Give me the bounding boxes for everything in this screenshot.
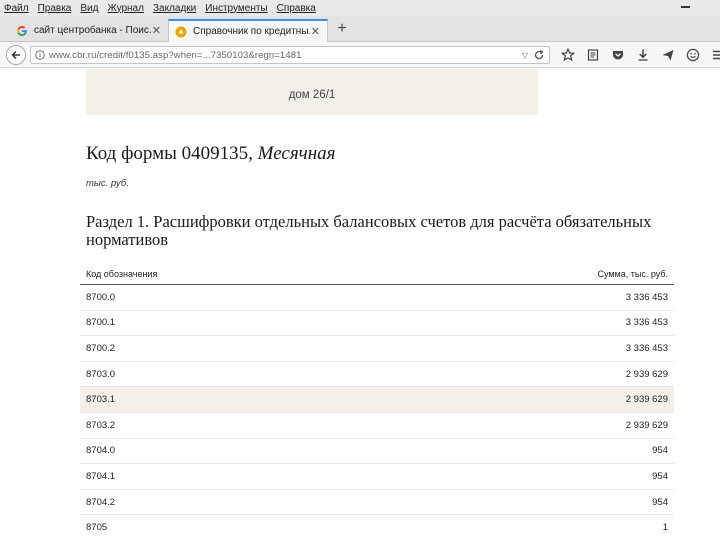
- table-row: 8700.1 3 336 453: [80, 311, 674, 337]
- address-text: дом 26/1: [288, 89, 336, 101]
- row-amount: 1: [662, 522, 668, 534]
- row-amount: 954: [652, 445, 668, 457]
- url-bar[interactable]: www.cbr.ru/credit/f0135.asp?when=...7350…: [30, 46, 550, 64]
- address-box: дом 26/1: [86, 69, 538, 115]
- table-row: 8704.0 954: [80, 439, 674, 465]
- back-arrow-icon: [11, 50, 20, 60]
- tab-active-reference[interactable]: Справочник по кредитны... ✕: [168, 19, 328, 42]
- row-code: 8705: [86, 522, 108, 534]
- table-row: 8704.1 954: [80, 464, 674, 490]
- row-code: 8703.1: [86, 394, 116, 406]
- table-row: 8703.0 2 939 629: [80, 362, 674, 388]
- tab-title: сайт центробанка - Поис...: [34, 25, 151, 36]
- row-code: 8704.1: [86, 470, 116, 482]
- tab-title: Справочник по кредитны...: [193, 26, 310, 37]
- google-icon: [16, 25, 28, 37]
- page-favicon-icon: [175, 26, 187, 38]
- back-button[interactable]: [6, 45, 26, 65]
- column-header-amount: Сумма, тыс. руб.: [597, 268, 668, 279]
- tab-search[interactable]: сайт центробанка - Поис... ✕: [10, 19, 168, 42]
- pocket-icon[interactable]: [609, 46, 627, 64]
- reload-icon[interactable]: [533, 49, 545, 61]
- menu-view[interactable]: Вид: [80, 3, 98, 14]
- row-code: 8704.2: [86, 496, 116, 508]
- row-amount: 954: [652, 496, 668, 508]
- row-code: 8700.1: [86, 317, 116, 329]
- menu-tools[interactable]: Инструменты: [205, 3, 267, 14]
- page-content: дом 26/1 Код формы 0409135, Месячная тыс…: [0, 69, 720, 540]
- tab-close-icon[interactable]: ✕: [151, 24, 162, 37]
- minimize-icon[interactable]: [680, 2, 690, 12]
- row-amount: 3 336 453: [625, 342, 668, 354]
- smiley-icon[interactable]: [684, 46, 702, 64]
- data-table: Код обозначения Сумма, тыс. руб. 8700.0 3…: [80, 263, 674, 540]
- navigation-bar: www.cbr.ru/credit/f0135.asp?when=...7350…: [0, 42, 720, 68]
- url-dropdown-icon[interactable]: ▽: [522, 51, 528, 60]
- menu-file[interactable]: Файл: [4, 3, 29, 14]
- table-row: 8700.0 3 336 453: [80, 285, 674, 311]
- url-text: www.cbr.ru/credit/f0135.asp?when=...7350…: [49, 49, 302, 61]
- row-code: 8703.0: [86, 368, 116, 380]
- section-title: Раздел 1. Расшифровки отдельных балансов…: [86, 212, 652, 249]
- row-code: 8700.0: [86, 291, 116, 303]
- row-amount: 3 336 453: [625, 291, 668, 303]
- tab-close-icon[interactable]: ✕: [310, 25, 321, 38]
- menu-bookmarks[interactable]: Закладки: [153, 3, 196, 14]
- table-row: 8703.1 2 939 629: [80, 387, 674, 413]
- menu-bar: Файл Правка Вид Журнал Закладки Инструме…: [0, 0, 720, 16]
- table-header: Код обозначения Сумма, тыс. руб.: [80, 263, 674, 285]
- send-icon[interactable]: [659, 46, 677, 64]
- row-amount: 3 336 453: [625, 317, 668, 329]
- tab-strip: сайт центробанка - Поис... ✕ Справочник …: [0, 16, 720, 42]
- units-note: тыс. руб.: [86, 178, 129, 189]
- row-code: 8703.2: [86, 419, 116, 431]
- form-type-text: Месячная: [257, 143, 336, 164]
- row-amount: 954: [652, 470, 668, 482]
- row-code: 8700.2: [86, 342, 116, 354]
- menu-history[interactable]: Журнал: [107, 3, 144, 14]
- table-row: 8700.2 3 336 453: [80, 336, 674, 362]
- row-amount: 2 939 629: [625, 394, 668, 406]
- table-body: 8700.0 3 336 453 8700.1 3 336 453 8700.2 3 33…: [80, 285, 674, 540]
- download-icon[interactable]: [634, 46, 652, 64]
- reading-list-icon[interactable]: [584, 46, 602, 64]
- table-row: 8703.2 2 939 629: [80, 413, 674, 439]
- row-amount: 2 939 629: [625, 419, 668, 431]
- column-header-code: Код обозначения: [86, 268, 158, 279]
- menu-edit[interactable]: Правка: [38, 3, 72, 14]
- menu-help[interactable]: Справка: [277, 3, 316, 14]
- form-code-text: Код формы 0409135,: [86, 143, 258, 164]
- toolbar-icons: [552, 46, 720, 64]
- page-title: Код формы 0409135, Месячная: [86, 143, 336, 165]
- hamburger-menu-icon[interactable]: [709, 46, 720, 64]
- site-info-icon[interactable]: [35, 50, 45, 60]
- row-code: 8704.0: [86, 445, 116, 457]
- row-amount: 2 939 629: [625, 368, 668, 380]
- table-row: 8704.2 954: [80, 490, 674, 516]
- star-icon[interactable]: [559, 46, 577, 64]
- table-row: 8705 1: [80, 515, 674, 540]
- new-tab-button[interactable]: +: [334, 20, 350, 38]
